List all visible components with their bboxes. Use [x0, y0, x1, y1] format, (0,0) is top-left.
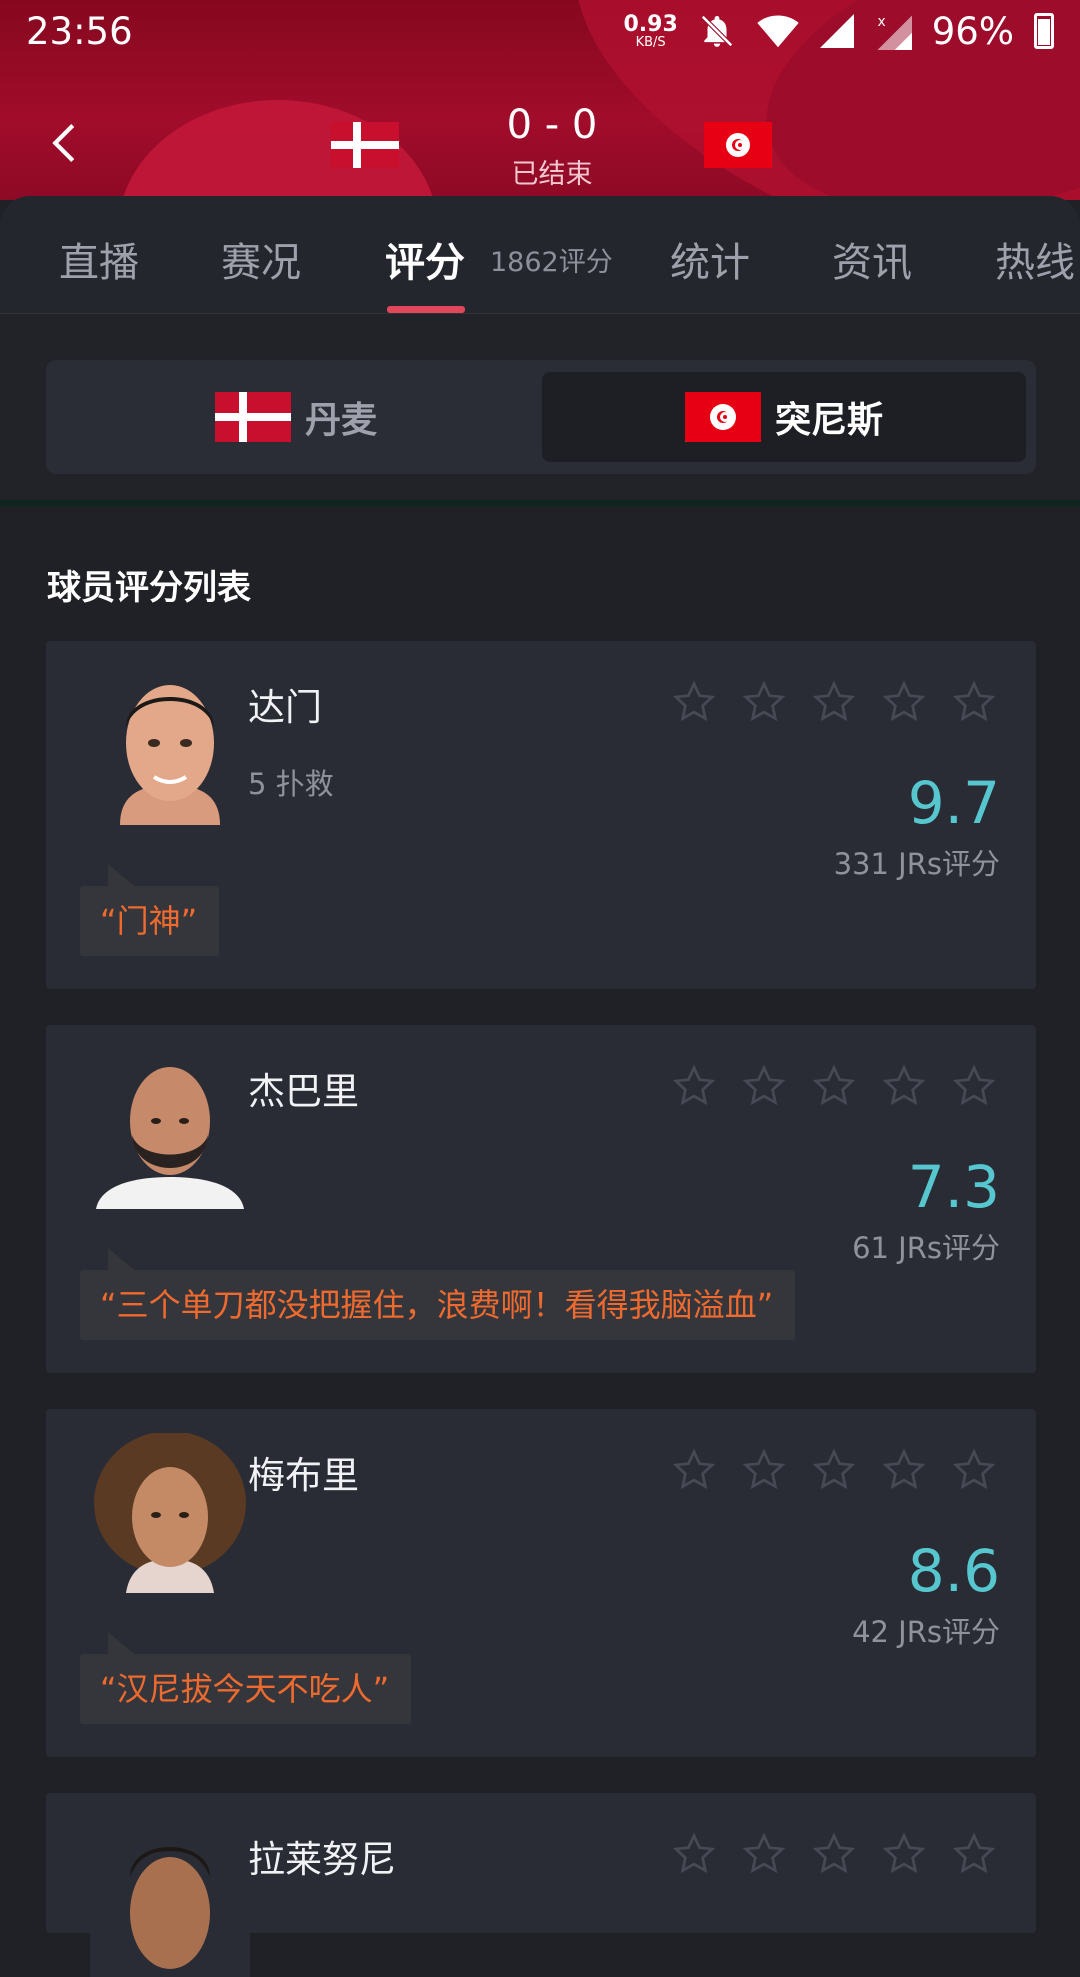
star-icon[interactable] [950, 1831, 998, 1877]
rating-stars[interactable] [670, 1831, 998, 1877]
star-icon[interactable] [670, 1831, 718, 1877]
rating-stars[interactable] [670, 1447, 998, 1493]
denmark-flag [214, 392, 291, 442]
star-icon[interactable] [880, 1063, 928, 1109]
chevron-left-icon [52, 124, 75, 162]
match-status: 已结束 [511, 159, 593, 190]
rating-votes: 61 JRs评分 [852, 1231, 1000, 1265]
player-name: 达门 [248, 686, 322, 729]
tunisia-flag [684, 392, 761, 442]
crescent-icon [716, 411, 730, 423]
rating-stars[interactable] [670, 1063, 998, 1109]
player-name: 拉莱努尼 [248, 1838, 396, 1881]
tab-indicator [387, 306, 465, 313]
net-speed: 0.93 KB/S [623, 11, 678, 50]
bell-off-icon [700, 15, 733, 47]
player-card[interactable]: 拉莱努尼 [46, 1793, 1036, 1977]
tab-ratings[interactable]: 评分 [385, 230, 465, 288]
signal-roaming-icon: x [877, 14, 912, 50]
team-name-away: 突尼斯 [774, 400, 883, 441]
star-icon[interactable] [670, 679, 718, 725]
player-card[interactable]: 达门 5 扑救 9.7 331 JRs评分 “门神” [46, 641, 1036, 989]
star-icon[interactable] [950, 679, 998, 725]
status-time: 23:56 [26, 9, 133, 53]
tab-news[interactable]: 资讯 [832, 230, 912, 288]
tunisia-flag[interactable] [704, 122, 772, 168]
rating-votes: 331 JRs评分 [833, 847, 1000, 881]
tab-summary[interactable]: 赛况 [221, 230, 301, 288]
team-button-tunisia[interactable]: 突尼斯 [542, 372, 1026, 462]
battery-percent: 96% [931, 9, 1014, 53]
hot-comment[interactable]: “三个单刀都没把握住，浪费啊！看得我脑溢血” [80, 1248, 796, 1340]
crescent-icon [732, 139, 745, 151]
star-icon[interactable] [740, 1063, 788, 1109]
signal-icon [819, 14, 854, 48]
player-avatar [90, 665, 250, 825]
denmark-flag[interactable] [331, 122, 399, 168]
hot-comment[interactable]: “汉尼拔今天不吃人” [80, 1632, 412, 1724]
tab-hotline[interactable]: 热线 [995, 230, 1075, 288]
rating-votes: 42 JRs评分 [852, 1615, 1000, 1649]
team-name-home: 丹麦 [304, 400, 377, 441]
wifi-icon [757, 15, 799, 48]
player-name: 杰巴里 [248, 1070, 359, 1113]
star-icon[interactable] [810, 1831, 858, 1877]
match-score: 0 - 0 已结束 [452, 100, 652, 191]
battery-icon [1034, 13, 1054, 49]
star-icon[interactable] [740, 679, 788, 725]
player-card[interactable]: 杰巴里 7.3 61 JRs评分 “三个单刀都没把握住，浪费啊！看得我脑溢血” [46, 1025, 1036, 1373]
star-icon[interactable] [810, 1447, 858, 1493]
star-icon[interactable] [740, 1831, 788, 1877]
team-switch: 丹麦 突尼斯 [46, 360, 1036, 474]
player-avatar [90, 1433, 250, 1593]
star-icon[interactable] [880, 1447, 928, 1493]
score-value: 0 - 0 [506, 102, 598, 148]
player-card[interactable]: 梅布里 8.6 42 JRs评分 “汉尼拔今天不吃人” [46, 1409, 1036, 1757]
player-rating: 8.6 [907, 1537, 1000, 1605]
player-stat: 5 扑救 [248, 767, 334, 801]
net-speed-unit: KB/S [635, 34, 666, 50]
net-speed-value: 0.93 [623, 11, 678, 37]
player-rating: 7.3 [907, 1153, 1000, 1221]
tab-stats[interactable]: 统计 [670, 230, 750, 288]
star-icon[interactable] [810, 679, 858, 725]
player-avatar [90, 1049, 250, 1209]
section-divider [0, 500, 1080, 506]
status-bar: 23:56 0.93 KB/S x 96% [0, 0, 1080, 62]
star-icon[interactable] [670, 1447, 718, 1493]
player-avatar [90, 1817, 250, 1977]
team-button-denmark[interactable]: 丹麦 [54, 372, 538, 462]
player-name: 梅布里 [248, 1454, 359, 1497]
star-icon[interactable] [880, 1831, 928, 1877]
section-title: 球员评分列表 [47, 568, 251, 608]
player-rating: 9.7 [907, 769, 1000, 837]
hot-comment[interactable]: “门神” [80, 864, 220, 956]
star-icon[interactable] [950, 1447, 998, 1493]
star-icon[interactable] [810, 1063, 858, 1109]
star-icon[interactable] [740, 1447, 788, 1493]
rating-count: 1862评分 [490, 247, 613, 278]
star-icon[interactable] [950, 1063, 998, 1109]
star-icon[interactable] [880, 679, 928, 725]
rating-stars[interactable] [670, 679, 998, 725]
star-icon[interactable] [670, 1063, 718, 1109]
tab-live[interactable]: 直播 [59, 230, 139, 288]
back-button[interactable] [44, 118, 84, 168]
svg-text:x: x [877, 14, 885, 30]
